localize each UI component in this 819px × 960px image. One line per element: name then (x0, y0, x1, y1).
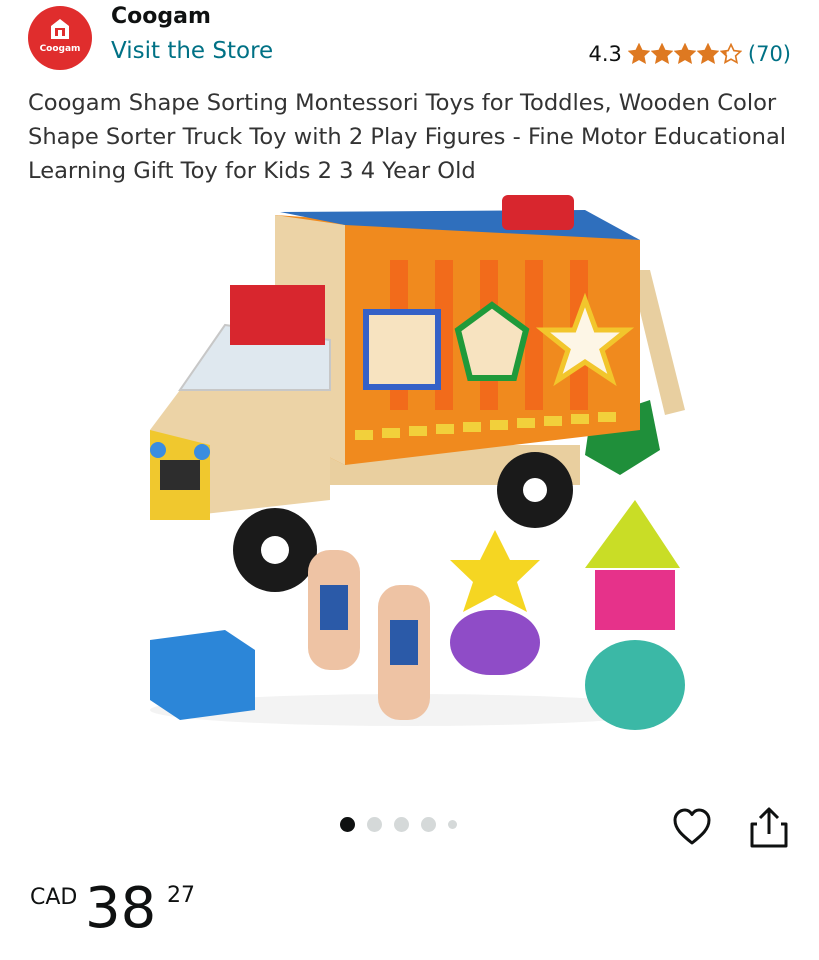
star-icon (650, 43, 673, 65)
rating-value: 4.3 (588, 42, 622, 66)
star-icon (696, 43, 719, 65)
product-title: Coogam Shape Sorting Montessori Toys for… (28, 90, 787, 184)
price-whole: 38 (85, 876, 157, 941)
star-icon (673, 43, 696, 65)
carousel-dot[interactable] (448, 820, 457, 829)
house-icon (51, 19, 69, 39)
heart-icon[interactable] (672, 808, 712, 848)
star-icon (627, 43, 650, 65)
brand-logo-text: Coogam (39, 44, 81, 54)
rating-summary[interactable]: 4.3 (70) (588, 40, 791, 68)
share-icon[interactable] (750, 806, 788, 848)
carousel-dot[interactable] (394, 817, 409, 832)
star-icon (719, 43, 742, 65)
rating-count[interactable]: (70) (748, 42, 791, 66)
carousel-dot[interactable] (367, 817, 382, 832)
visit-store-link[interactable]: Visit the Store (111, 38, 273, 64)
carousel-dot[interactable] (340, 817, 355, 832)
brand-name[interactable]: Coogam (111, 4, 211, 29)
star-rating (627, 43, 742, 65)
product-photo[interactable] (130, 190, 690, 750)
price-currency: CAD (30, 885, 78, 910)
carousel-dot[interactable] (421, 817, 436, 832)
price-fraction: 27 (167, 883, 195, 908)
image-carousel-dots (340, 817, 457, 832)
brand-logo[interactable]: Coogam (28, 6, 92, 70)
